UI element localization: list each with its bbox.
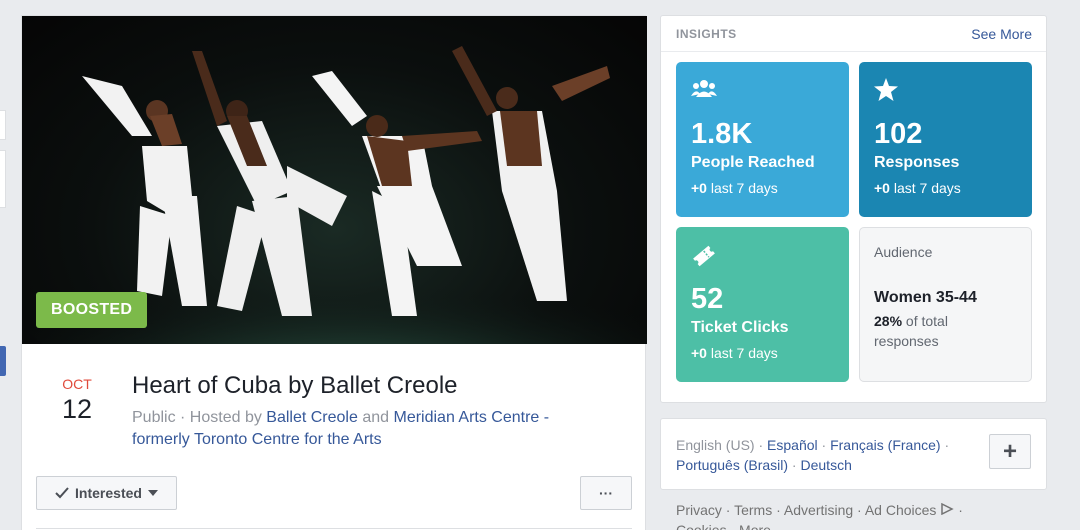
people-icon — [691, 80, 717, 97]
interested-label: Interested — [75, 485, 142, 501]
responses-value: 102 — [874, 118, 923, 150]
audience-value: Women 35-44 — [874, 289, 977, 306]
footer-link-advertising[interactable]: Advertising — [784, 502, 853, 518]
plus-icon: + — [1002, 437, 1017, 465]
language-option[interactable]: Français (France) — [830, 437, 940, 453]
footer-link-more[interactable]: More — [739, 522, 771, 530]
ticket-clicks-delta: +0 last 7 days — [691, 345, 778, 361]
ticket-clicks-value: 52 — [691, 283, 724, 315]
checkmark-icon — [55, 487, 69, 499]
star-icon — [874, 78, 898, 101]
language-option[interactable]: Português (Brasil) — [676, 457, 788, 473]
responses-delta: +0 last 7 days — [874, 180, 961, 196]
people-reached-delta: +0 last 7 days — [691, 180, 778, 196]
footer-link-ad-choices[interactable]: Ad Choices — [865, 502, 937, 518]
audience-detail: 28% of total responses — [874, 313, 948, 349]
event-meta: Public · Hosted by Ballet Creole and Mer… — [132, 407, 602, 451]
language-option[interactable]: Deutsch — [801, 457, 852, 473]
caret-down-icon — [147, 490, 158, 496]
left-panel-fragment — [0, 150, 6, 208]
host-joiner: and — [357, 409, 394, 426]
see-more-link[interactable]: See More — [971, 26, 1032, 42]
language-option[interactable]: Español — [767, 437, 818, 453]
hosted-by-prefix: · Hosted by — [175, 409, 267, 426]
footer-links: Privacy · Terms · Advertising · Ad Choic… — [676, 500, 1036, 530]
footer-link-terms[interactable]: Terms — [734, 502, 772, 518]
insights-title: INSIGHTS — [676, 27, 737, 41]
language-list: English (US) · Español · Français (Franc… — [676, 437, 950, 473]
event-date-day: 12 — [61, 394, 93, 424]
ad-choices-icon — [941, 502, 955, 516]
insights-card: INSIGHTS See More 1.8K People Reached +0… — [660, 15, 1047, 403]
people-reached-label: People Reached — [691, 154, 815, 171]
footer-link-cookies[interactable]: Cookies — [676, 522, 727, 530]
responses-tile[interactable]: 102 Responses +0 last 7 days — [859, 62, 1032, 217]
interested-button[interactable]: Interested — [36, 476, 177, 510]
audience-title: Audience — [874, 244, 933, 260]
more-options-button[interactable]: ··· — [580, 476, 632, 510]
people-reached-tile[interactable]: 1.8K People Reached +0 last 7 days — [676, 62, 849, 217]
people-reached-value: 1.8K — [691, 118, 753, 150]
left-panel-button-fragment[interactable] — [0, 346, 6, 376]
language-current[interactable]: English (US) — [676, 437, 755, 453]
footer-link-privacy[interactable]: Privacy — [676, 502, 722, 518]
event-title[interactable]: Heart of Cuba by Ballet Creole — [132, 372, 458, 400]
add-language-button[interactable]: + — [989, 434, 1031, 469]
left-panel-fragment — [0, 110, 6, 140]
ticket-clicks-tile[interactable]: 52 Ticket Clicks +0 last 7 days — [676, 227, 849, 382]
ticket-icon — [693, 245, 715, 267]
event-privacy: Public — [132, 409, 176, 426]
divider — [36, 528, 632, 529]
more-options-icon: ··· — [599, 485, 613, 501]
host-link-ballet-creole[interactable]: Ballet Creole — [266, 409, 358, 426]
boosted-badge: BOOSTED — [36, 292, 148, 328]
event-card: BOOSTED OCT 12 Heart of Cuba by Ballet C… — [21, 15, 647, 530]
event-cover-photo[interactable]: BOOSTED — [22, 16, 647, 344]
ticket-clicks-label: Ticket Clicks — [691, 319, 789, 336]
event-date: OCT 12 — [56, 376, 98, 424]
responses-label: Responses — [874, 154, 960, 171]
insights-header: INSIGHTS See More — [661, 16, 1046, 52]
audience-tile[interactable]: Audience Women 35-44 28% of total respon… — [859, 227, 1032, 382]
language-card: English (US) · Español · Français (Franc… — [660, 418, 1047, 490]
event-date-month: OCT — [62, 376, 92, 392]
